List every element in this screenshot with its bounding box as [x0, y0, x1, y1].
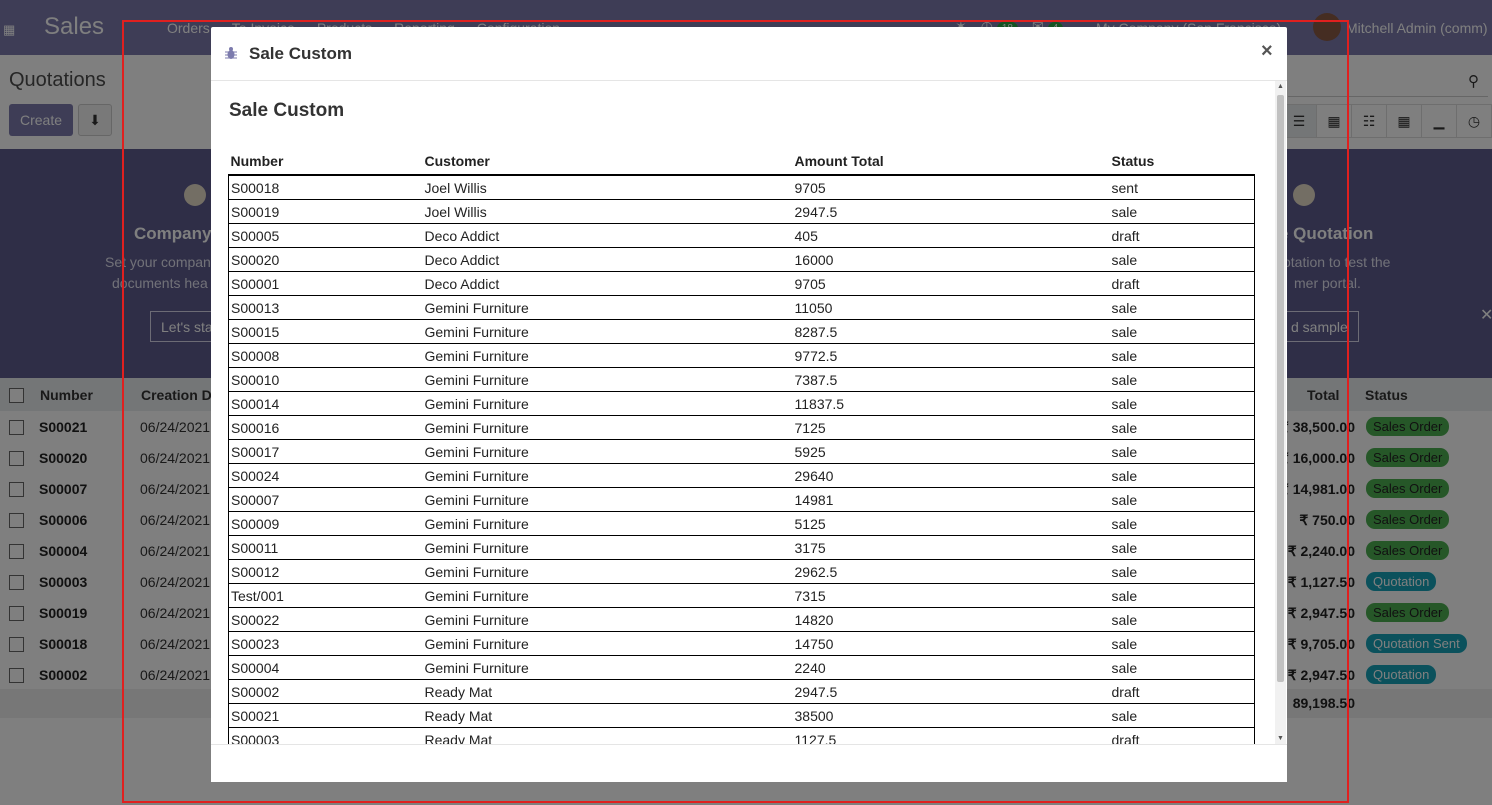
highlight-frame: [122, 20, 1349, 803]
